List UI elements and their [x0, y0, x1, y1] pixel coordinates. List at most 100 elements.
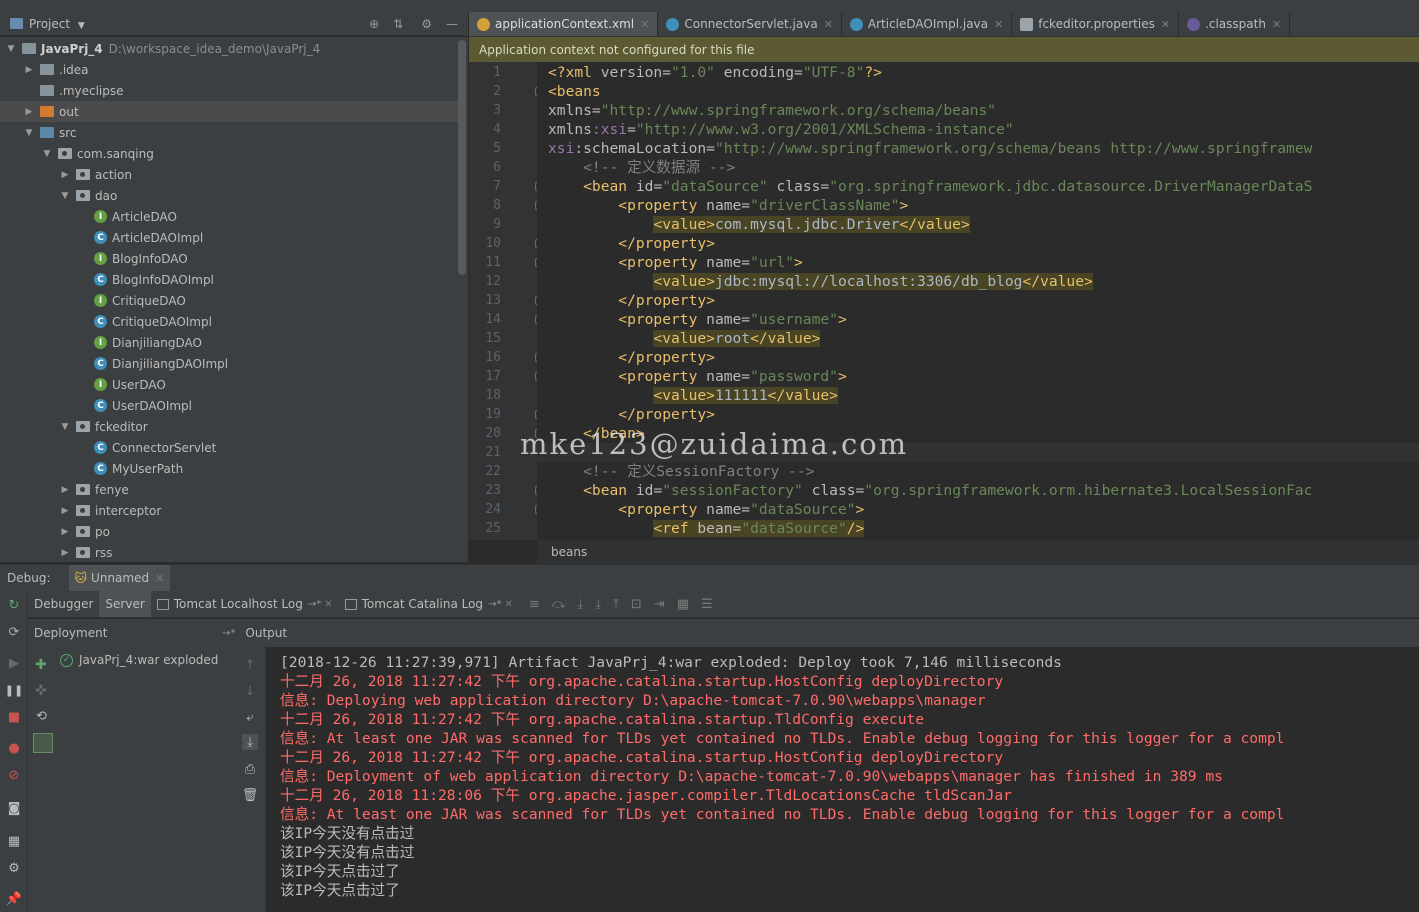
code-line: <!-- 定义SessionFactory -->: [548, 463, 815, 480]
close-icon[interactable]: ✕: [640, 18, 649, 31]
tree-item-label: ArticleDAOImpl: [112, 230, 204, 245]
close-icon[interactable]: ✕: [1272, 18, 1281, 31]
tree-item[interactable]: ▶ po: [0, 521, 458, 542]
debug-session-tab[interactable]: 🐱 Unnamed ✕: [68, 565, 171, 591]
refresh-icon[interactable]: ⟲: [36, 709, 47, 724]
close-icon[interactable]: ✕: [324, 599, 332, 610]
close-icon[interactable]: ✕: [994, 18, 1003, 31]
undeploy-icon[interactable]: ✜: [35, 683, 47, 699]
collapse-arrow-icon[interactable]: ▶: [60, 485, 70, 495]
resume-icon[interactable]: ▶: [6, 655, 22, 671]
layout-icon[interactable]: ▦: [6, 833, 22, 849]
scroll-to-end-icon[interactable]: ⤓: [242, 734, 258, 750]
deployment-item-label: JavaPrj_4:war exploded: [79, 653, 219, 667]
expand-arrow-icon[interactable]: ▼: [24, 128, 34, 138]
list-icon[interactable]: ≡: [529, 597, 540, 612]
step-out-icon[interactable]: ⤒: [613, 597, 619, 612]
editor-tab[interactable]: .classpath ✕: [1179, 12, 1291, 36]
collapse-arrow-icon[interactable]: ▶: [24, 65, 34, 75]
expand-arrow-icon[interactable]: ▼: [60, 191, 70, 201]
line-number: 5: [493, 141, 501, 156]
print-icon[interactable]: ⎙: [242, 761, 258, 777]
tree-item[interactable]: I DianjiliangDAO: [0, 332, 458, 353]
breadcrumb-item[interactable]: beans: [551, 545, 587, 559]
update-icon[interactable]: ⟳: [6, 624, 22, 640]
collapse-arrow-icon[interactable]: ▶: [60, 170, 70, 180]
deploy-icon[interactable]: ✚: [35, 657, 47, 673]
close-icon[interactable]: ✕: [824, 18, 833, 31]
tree-item[interactable]: ▼ com.sanqing: [0, 143, 458, 164]
expand-arrow-icon[interactable]: ▼: [42, 149, 52, 159]
tree-item[interactable]: I UserDAO: [0, 374, 458, 395]
tree-item[interactable]: ▶ interceptor: [0, 500, 458, 521]
project-tree-scrollbar[interactable]: [458, 40, 466, 275]
breadcrumb[interactable]: beans: [537, 540, 1419, 564]
frames-icon[interactable]: ☰: [701, 597, 713, 612]
stop-icon[interactable]: ■: [6, 709, 22, 725]
evaluate-icon[interactable]: ▦: [677, 597, 689, 612]
rerun-icon[interactable]: ↻: [6, 597, 22, 613]
deployment-item[interactable]: ✓ JavaPrj_4:war exploded: [60, 651, 218, 669]
tree-item[interactable]: ▶ action: [0, 164, 458, 185]
project-view-selector[interactable]: Project ▼: [29, 17, 85, 31]
mute-breakpoints-icon[interactable]: ⊘: [6, 767, 22, 783]
editor-tab[interactable]: ConnectorServlet.java ✕: [658, 12, 842, 36]
collapse-arrow-icon[interactable]: ▶: [24, 107, 34, 117]
tree-item[interactable]: C BlogInfoDAOImpl: [0, 269, 458, 290]
scroll-from-source-icon[interactable]: ⊕: [369, 17, 379, 31]
expand-arrow-icon[interactable]: ▼: [6, 44, 16, 54]
collapse-all-icon[interactable]: ⇅: [393, 17, 403, 31]
force-step-into-icon[interactable]: ⤓: [595, 597, 601, 612]
collapse-arrow-icon[interactable]: ▶: [60, 506, 70, 516]
drop-frame-icon[interactable]: ⊡: [631, 597, 642, 612]
tree-item[interactable]: C MyUserPath: [0, 458, 458, 479]
close-icon[interactable]: ✕: [155, 572, 164, 585]
tree-item[interactable]: C DianjiliangDAOImpl: [0, 353, 458, 374]
debug-subtab[interactable]: Debugger: [28, 591, 99, 617]
tree-item[interactable]: ▶ fenye: [0, 479, 458, 500]
settings-icon[interactable]: ⚙: [6, 860, 22, 876]
tree-item[interactable]: I ArticleDAO: [0, 206, 458, 227]
camera-icon[interactable]: ◙: [6, 800, 22, 816]
tree-item[interactable]: ▶ rss: [0, 542, 458, 562]
tree-item[interactable]: ▼ fckeditor: [0, 416, 458, 437]
editor-tab[interactable]: applicationContext.xml ✕: [469, 12, 659, 36]
up-arrow-icon[interactable]: ↑: [242, 657, 258, 673]
tree-item[interactable]: ▶ out: [0, 101, 458, 122]
pin-icon[interactable]: 📌: [6, 891, 22, 907]
editor-tab[interactable]: fckeditor.properties ✕: [1012, 12, 1180, 36]
tree-item[interactable]: C ArticleDAOImpl: [0, 227, 458, 248]
tree-item[interactable]: I CritiqueDAO: [0, 290, 458, 311]
tree-item[interactable]: I BlogInfoDAO: [0, 248, 458, 269]
editor-tab[interactable]: ArticleDAOImpl.java ✕: [842, 12, 1013, 36]
expand-arrow-icon[interactable]: ▼: [60, 422, 70, 432]
artifact-icon[interactable]: [33, 733, 53, 753]
tree-item[interactable]: ▶ .idea: [0, 59, 458, 80]
close-icon[interactable]: ✕: [504, 599, 512, 610]
collapse-arrow-icon[interactable]: ▶: [60, 548, 70, 558]
code-editor[interactable]: <?xml version="1.0" encoding="UTF-8"?> <b…: [537, 62, 1419, 540]
close-icon[interactable]: ✕: [1161, 18, 1170, 31]
tree-item[interactable]: ▼ src: [0, 122, 458, 143]
tree-item[interactable]: .myeclipse: [0, 80, 458, 101]
tree-item[interactable]: ▼ JavaPrj_4 D:\workspace_idea_demo\JavaPrj…: [0, 38, 458, 59]
trash-icon[interactable]: 🗑: [242, 787, 259, 803]
hide-panel-icon[interactable]: —: [446, 17, 458, 31]
debug-subtab[interactable]: Tomcat Catalina Log →* ✕: [339, 591, 519, 617]
debug-subtab[interactable]: Server: [99, 591, 151, 617]
collapse-arrow-icon[interactable]: ▶: [60, 527, 70, 537]
tree-item[interactable]: C UserDAOImpl: [0, 395, 458, 416]
down-arrow-icon[interactable]: ↓: [242, 683, 258, 699]
debug-subtab[interactable]: Tomcat Localhost Log →* ✕: [151, 591, 339, 617]
run-to-cursor-icon[interactable]: ⇥: [654, 597, 665, 612]
step-over-icon[interactable]: ⤼: [552, 597, 566, 612]
tree-item[interactable]: C ConnectorServlet: [0, 437, 458, 458]
step-into-icon[interactable]: ⤓: [578, 597, 584, 612]
gear-icon[interactable]: ⚙: [421, 17, 432, 31]
console-output[interactable]: [2018-12-26 11:27:39,971] Artifact JavaP…: [266, 647, 1419, 912]
soft-wrap-icon[interactable]: ⤶: [242, 709, 258, 725]
tree-item[interactable]: C CritiqueDAOImpl: [0, 311, 458, 332]
view-breakpoints-icon[interactable]: ●: [6, 740, 22, 756]
tree-item[interactable]: ▼ dao: [0, 185, 458, 206]
pause-icon[interactable]: ❚❚: [5, 682, 23, 698]
